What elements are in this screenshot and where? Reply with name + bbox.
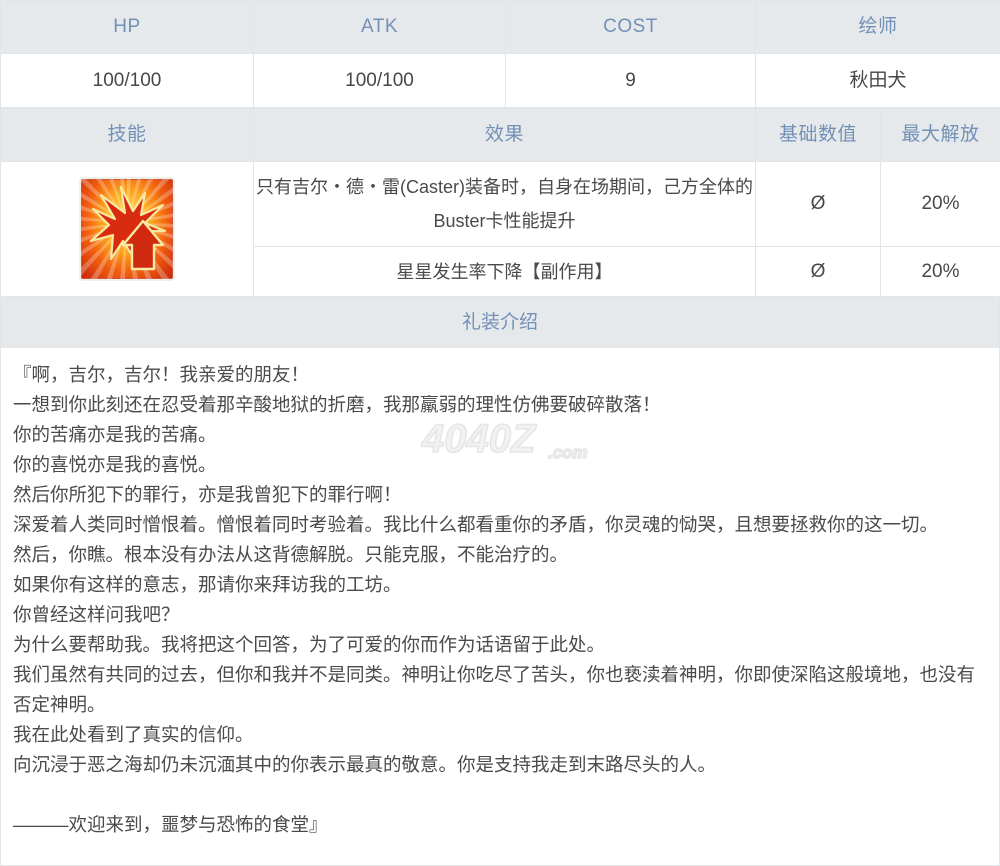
description-line: 『啊，吉尔，吉尔！我亲爱的朋友！ — [13, 364, 310, 385]
skill-icon-wrapper — [1, 163, 253, 296]
stat-header-artist: 绘师 — [755, 0, 1000, 54]
skill-base-1: Ø — [755, 161, 881, 247]
stat-header-hp: HP — [0, 0, 254, 54]
description-line: 然后你所犯下的罪行，亦是我曾犯下的罪行啊！ — [13, 484, 402, 505]
craft-essence-detail-page: HP ATK COST 绘师 100/100 100/100 9 秋田犬 技能 … — [0, 0, 1000, 866]
stat-value-cost: 9 — [505, 53, 756, 108]
description-section-title: 礼装介绍 — [0, 297, 1000, 348]
description-line: 你的苦痛亦是我的苦痛。 — [13, 424, 217, 445]
stat-header-cost: COST — [505, 0, 756, 54]
skill-header-max: 最大解放 — [880, 108, 1000, 162]
description-line: 为什么要帮助我。我将把这个回答，为了可爱的你而作为话语留于此处。 — [13, 634, 606, 655]
description-line: ———欢迎来到，噩梦与恐怖的食堂』 — [13, 814, 328, 835]
description-line: 我在此处看到了真实的信仰。 — [13, 724, 254, 745]
skill-header-row: 技能 效果 基础数值 最大解放 — [0, 108, 1000, 162]
stat-value-atk: 100/100 — [253, 53, 506, 108]
skill-header-effect: 效果 — [253, 108, 756, 162]
skill-effect-2: 星星发生率下降【副作用】 — [253, 246, 756, 297]
stat-value-row: 100/100 100/100 9 秋田犬 — [0, 53, 1000, 108]
description-line: 深爱着人类同时憎恨着。憎恨着同时考验着。我比什么都看重你的矛盾，你灵魂的恸哭，且… — [13, 514, 939, 535]
description-line: 一想到你此刻还在忍受着那辛酸地狱的折磨，我那羸弱的理性仿佛要破碎散落！ — [13, 394, 661, 415]
skill-base-2: Ø — [755, 246, 881, 297]
description-line: 我们虽然有共同的过去，但你和我并不是同类。神明让你吃尽了苦头，你也亵渎着神明，你… — [13, 664, 976, 715]
description-line: 向沉浸于恶之海却仍未沉湎其中的你表示最真的敬意。你是支持我走到末路尽头的人。 — [13, 754, 717, 775]
skill-max-1: 20% — [880, 161, 1000, 247]
skill-effect-1: 只有吉尔・德・雷(Caster)装备时，自身在场期间，己方全体的Buster卡性… — [253, 161, 756, 247]
skill-row-1: 只有吉尔・德・雷(Caster)装备时，自身在场期间，己方全体的Buster卡性… — [0, 161, 1000, 297]
stat-header-atk: ATK — [253, 0, 506, 54]
description-line: 你的喜悦亦是我的喜悦。 — [13, 454, 217, 475]
skill-header-base: 基础数值 — [755, 108, 881, 162]
description-line: 然后，你瞧。根本没有办法从这背德解脱。只能克服，不能治疗的。 — [13, 544, 569, 565]
skill-icon-cell — [0, 161, 254, 297]
stat-value-hp: 100/100 — [0, 53, 254, 108]
description-line: 如果你有这样的意志，那请你来拜访我的工坊。 — [13, 574, 402, 595]
skill-max-2: 20% — [880, 246, 1000, 297]
stat-table: HP ATK COST 绘师 100/100 100/100 9 秋田犬 — [0, 0, 1000, 108]
stat-header-row: HP ATK COST 绘师 — [0, 0, 1000, 54]
skill-header-skill: 技能 — [0, 108, 254, 162]
buster-up-skill-icon — [79, 177, 175, 281]
skill-table: 技能 效果 基础数值 最大解放 只有吉尔・德・雷(Caster)装备时，自身在场… — [0, 108, 1000, 297]
description-body: 『啊，吉尔，吉尔！我亲爱的朋友！ 一想到你此刻还在忍受着那辛酸地狱的折磨，我那羸… — [0, 348, 1000, 866]
stat-value-artist: 秋田犬 — [755, 53, 1000, 108]
description-line: 你曾经这样问我吧？ — [13, 604, 180, 625]
description-line-blank — [13, 780, 987, 810]
